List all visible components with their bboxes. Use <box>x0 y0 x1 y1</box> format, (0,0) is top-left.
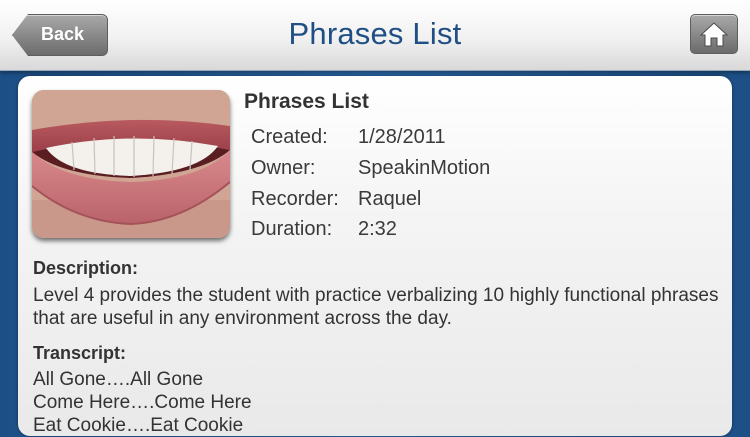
transcript-line: All Gone….All Gone <box>33 369 204 390</box>
lesson-detail-card: Phrases List Created: 1/28/2011 Owner: S… <box>18 76 732 436</box>
smile-image <box>32 90 230 238</box>
transcript-list: All Gone….All Gone Come Here….Come Here … <box>33 368 252 437</box>
home-icon <box>700 22 728 47</box>
meta-value: Raquel <box>358 188 422 210</box>
meta-value: SpeakinMotion <box>358 157 491 179</box>
transcript-line: Come Here….Come Here <box>33 392 252 413</box>
lesson-thumbnail-smile[interactable] <box>32 90 230 238</box>
transcript-heading: Transcript: <box>33 343 127 363</box>
meta-value: 1/28/2011 <box>358 126 446 148</box>
navigation-bar: Back Phrases List <box>0 0 750 71</box>
description-text: Level 4 provides the student with practi… <box>33 285 719 329</box>
meta-label: Recorder: <box>251 188 339 210</box>
page-title: Phrases List <box>288 16 462 51</box>
meta-label: Duration: <box>251 218 333 240</box>
description-heading: Description: <box>33 258 139 278</box>
home-button[interactable] <box>690 14 738 54</box>
meta-label: Created: <box>251 126 328 148</box>
meta-label: Owner: <box>251 157 316 179</box>
transcript-line: Eat Cookie….Eat Cookie <box>33 415 244 436</box>
meta-value: 2:32 <box>358 218 397 240</box>
lesson-title: Phrases List <box>244 90 369 113</box>
